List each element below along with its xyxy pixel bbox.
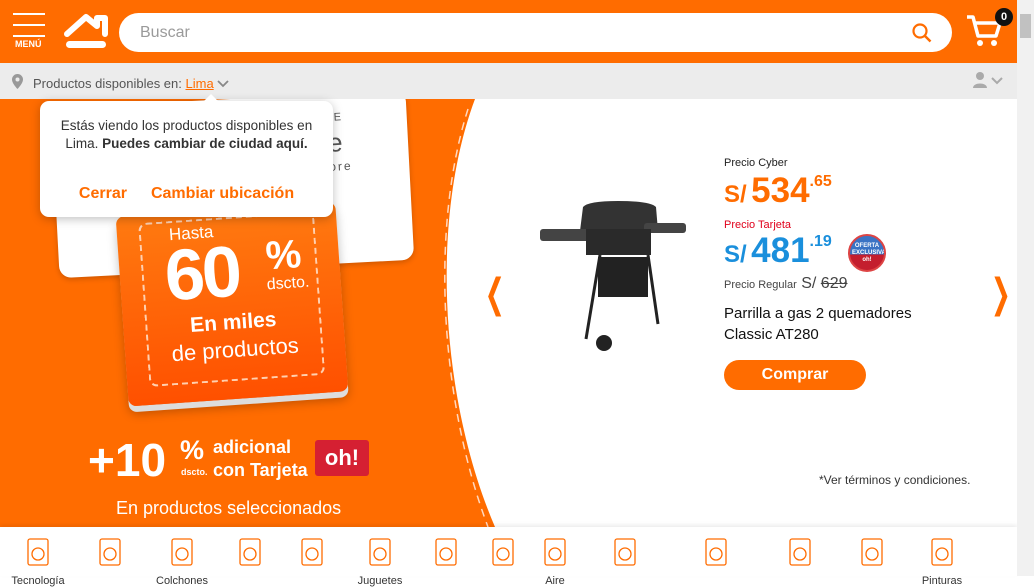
dumbbell-icon bbox=[99, 538, 121, 566]
scrollbar[interactable] bbox=[1017, 0, 1034, 576]
search-input[interactable]: Buscar bbox=[119, 13, 952, 52]
category-item[interactable]: Aire bbox=[515, 537, 595, 587]
patio-umbrella-icon bbox=[301, 538, 323, 566]
category-item[interactable]: Pinturas bbox=[902, 537, 982, 587]
extra-dscto: dscto. bbox=[181, 467, 208, 477]
location-selector[interactable]: Productos disponibles en: Lima bbox=[33, 76, 229, 91]
discount-tag: Hasta 60 % dscto. En miles de productos bbox=[115, 201, 349, 407]
lamp-icon bbox=[789, 538, 811, 566]
search-icon[interactable] bbox=[912, 23, 932, 43]
location-pin-icon bbox=[12, 74, 23, 89]
cyber-price: S/ 534.65 bbox=[724, 171, 832, 210]
bed-icon bbox=[171, 538, 193, 566]
cyber-price-label: Precio Cyber bbox=[724, 157, 788, 169]
adicional-text: adicional con Tarjeta bbox=[213, 437, 308, 480]
carousel-next-icon[interactable]: ❯ bbox=[991, 271, 1011, 317]
category-label: Colchones bbox=[156, 575, 208, 587]
selected-products-text: En productos seleccionados bbox=[116, 498, 342, 518]
paint-brush-icon bbox=[931, 538, 953, 566]
location-popup: Estás viendo los productos disponibles e… bbox=[40, 94, 333, 217]
home-logo-icon[interactable] bbox=[64, 12, 108, 50]
cleaning-icon bbox=[861, 538, 883, 566]
close-button[interactable]: Cerrar bbox=[79, 185, 127, 202]
card-price: S/ 481.19 bbox=[724, 231, 832, 270]
buy-button[interactable]: Comprar bbox=[724, 360, 866, 390]
menu-label: MENÚ bbox=[15, 39, 42, 49]
category-label: Aire bbox=[545, 575, 565, 587]
oh-card-logo: oh! bbox=[315, 440, 369, 476]
category-item[interactable] bbox=[676, 537, 756, 575]
category-item[interactable] bbox=[70, 537, 150, 575]
category-label: Tecnología bbox=[11, 575, 65, 587]
extra-discount: +10 bbox=[88, 434, 167, 486]
exclusive-offer-badge: OFERTA EXCLUSIVA oh! bbox=[848, 234, 886, 272]
curtain-icon bbox=[614, 538, 636, 566]
discount-percent: 60 bbox=[162, 231, 242, 317]
dscto-text: dscto. bbox=[266, 273, 310, 294]
chevron-down-icon[interactable] bbox=[217, 80, 229, 88]
wardrobe-icon bbox=[239, 538, 261, 566]
category-item[interactable]: Tecnología bbox=[0, 537, 78, 587]
category-item[interactable] bbox=[585, 537, 665, 575]
terms-link[interactable]: *Ver términos y condiciones. bbox=[819, 473, 970, 487]
extra-percent-sign: % bbox=[180, 435, 205, 465]
location-label: Productos disponibles en: bbox=[33, 76, 182, 91]
bicycle-icon bbox=[369, 538, 391, 566]
category-label: Pinturas bbox=[921, 575, 963, 587]
category-item[interactable] bbox=[760, 537, 840, 575]
menu-button[interactable]: MENÚ bbox=[13, 13, 45, 49]
header: MENÚ Buscar 0 bbox=[0, 0, 1017, 63]
percent-sign: % bbox=[264, 232, 303, 279]
regular-price: Precio Regular S/ 629 bbox=[724, 275, 848, 292]
category-label: Juguetes bbox=[357, 575, 403, 587]
category-bar: Tecnología Colchones Juguetes Aire Pinturas bbox=[0, 527, 1017, 587]
cart-count-badge: 0 bbox=[995, 8, 1013, 26]
sink-icon bbox=[435, 538, 457, 566]
location-city-link[interactable]: Lima bbox=[186, 76, 214, 91]
user-account-icon[interactable] bbox=[972, 71, 1006, 89]
product-grill-image bbox=[540, 201, 686, 351]
change-location-button[interactable]: Cambiar ubicación bbox=[151, 185, 294, 202]
carousel-prev-icon[interactable]: ❮ bbox=[485, 271, 505, 317]
product-name[interactable]: Parrilla a gas 2 quemadores Classic AT28… bbox=[724, 303, 924, 345]
tools-icon bbox=[705, 538, 727, 566]
location-bar: Productos disponibles en: Lima bbox=[0, 63, 1017, 99]
category-item[interactable] bbox=[832, 537, 912, 575]
search-placeholder: Buscar bbox=[140, 24, 190, 41]
washing-machine-icon bbox=[27, 538, 49, 566]
card-price-label: Precio Tarjeta bbox=[724, 219, 792, 231]
tile-icon bbox=[492, 538, 514, 566]
popup-message: Estás viendo los productos disponibles e… bbox=[60, 118, 313, 151]
grill-icon bbox=[544, 538, 566, 566]
